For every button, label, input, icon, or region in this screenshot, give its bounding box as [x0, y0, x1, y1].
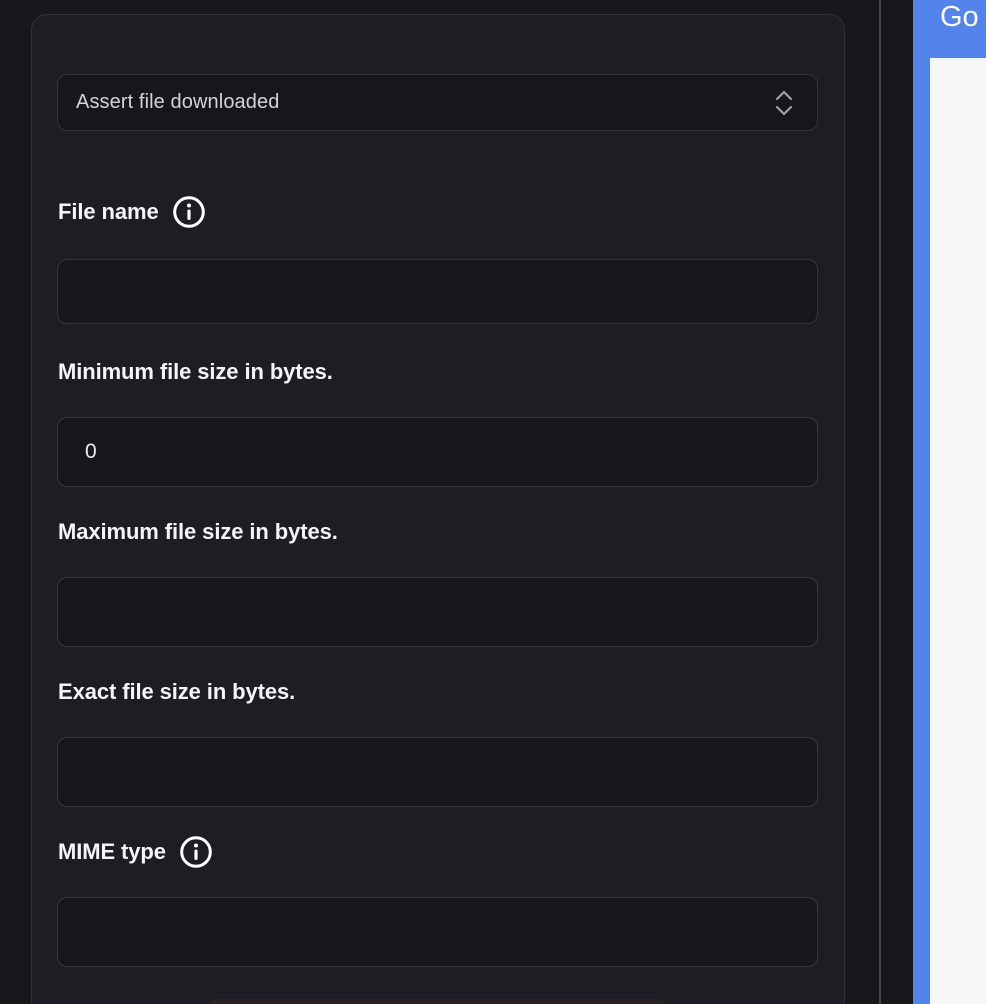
max-file-size-label-text: Maximum file size in bytes.	[58, 519, 338, 544]
mime-type-label: MIME type	[58, 835, 213, 869]
preview-page-title: Go	[940, 1, 979, 33]
mime-type-label-text: MIME type	[58, 839, 166, 864]
min-file-size-label: Minimum file size in bytes.	[58, 357, 333, 387]
min-file-size-input[interactable]	[57, 417, 818, 487]
exact-file-size-label: Exact file size in bytes.	[58, 677, 295, 707]
step-editor-screen: Assert file downloaded File name Minimum…	[0, 0, 986, 1004]
danger-button-partial[interactable]	[206, 999, 668, 1004]
file-name-label: File name	[58, 195, 206, 229]
max-file-size-label: Maximum file size in bytes.	[58, 517, 338, 547]
panel-resize-divider[interactable]	[879, 0, 881, 1004]
step-settings-card: Assert file downloaded File name Minimum…	[31, 14, 845, 1004]
action-type-select[interactable]: Assert file downloaded	[57, 74, 818, 131]
file-name-input[interactable]	[57, 259, 818, 324]
preview-page-content[interactable]	[930, 58, 986, 1004]
browser-preview-pane[interactable]: Go	[913, 0, 986, 1004]
info-icon[interactable]	[179, 835, 213, 869]
exact-file-size-label-text: Exact file size in bytes.	[58, 679, 296, 704]
min-file-size-label-text: Minimum file size in bytes.	[58, 359, 333, 384]
mime-type-input[interactable]	[57, 897, 818, 967]
max-file-size-input[interactable]	[57, 577, 818, 647]
exact-file-size-input[interactable]	[57, 737, 818, 807]
up-down-chevron-icon	[773, 89, 795, 117]
info-icon[interactable]	[172, 195, 206, 229]
file-name-label-text: File name	[58, 199, 159, 224]
action-type-selected-value: Assert file downloaded	[76, 91, 280, 113]
